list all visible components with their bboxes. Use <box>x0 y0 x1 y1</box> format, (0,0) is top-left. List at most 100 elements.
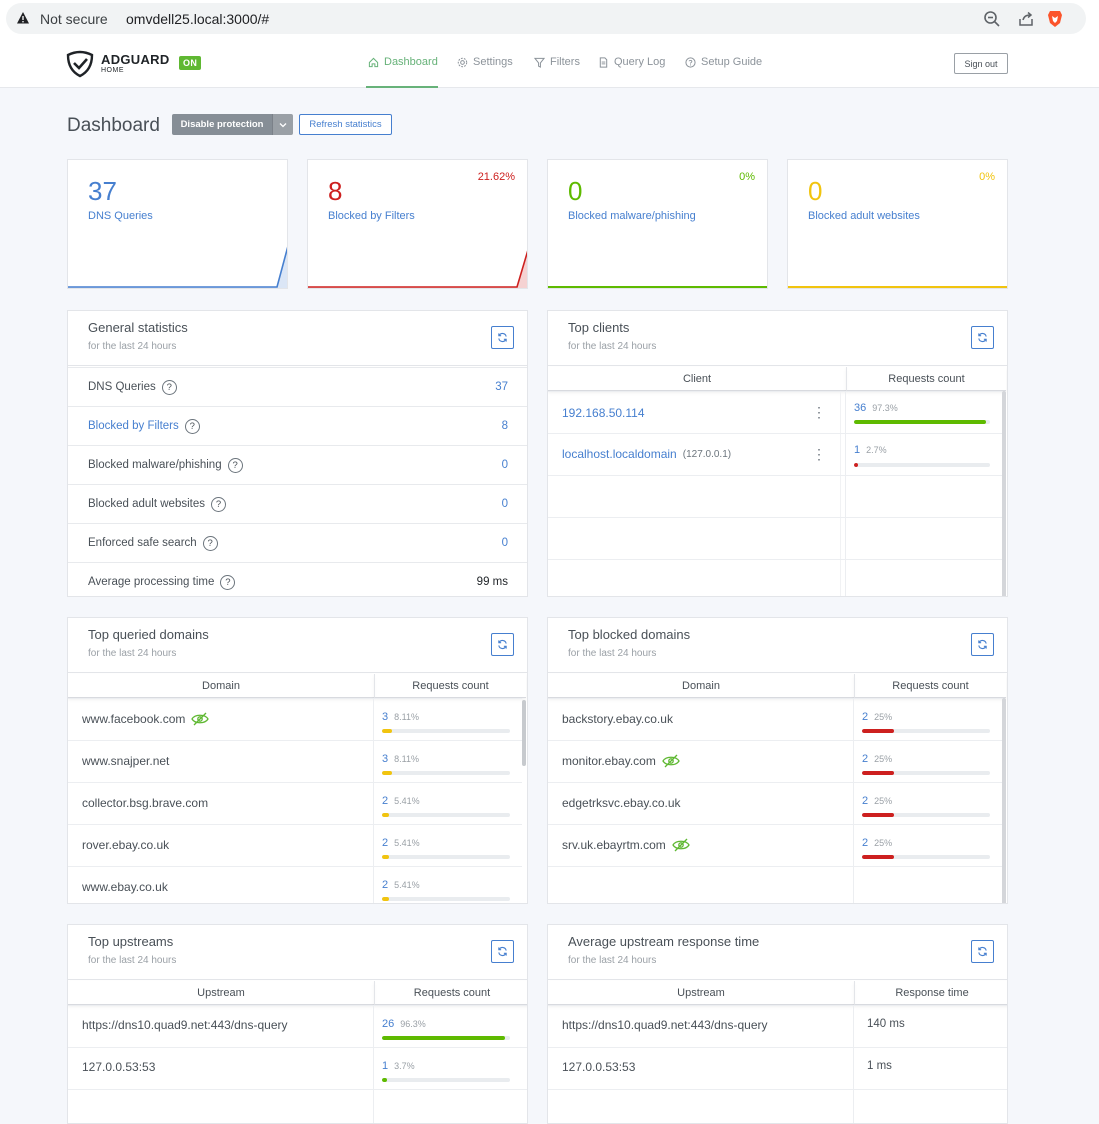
help-circle-icon[interactable]: ? <box>161 379 177 395</box>
more-vertical-icon[interactable]: ⋮ <box>812 447 826 461</box>
nav-dashboard[interactable]: Dashboard <box>368 56 438 68</box>
adguard-shield-logo[interactable] <box>66 50 94 78</box>
scrollbar[interactable] <box>522 700 526 766</box>
help-circle-icon[interactable]: ? <box>210 496 226 512</box>
disable-protection-button[interactable]: Disable protection <box>172 114 272 135</box>
progress-bar <box>862 855 990 859</box>
response-time: 1 ms <box>867 1060 892 1072</box>
refresh-statistics-button[interactable]: Refresh statistics <box>299 114 392 135</box>
zoom-out-icon[interactable] <box>983 10 1001 28</box>
client-name[interactable]: localhost.localdomain (127.0.0.1) <box>562 447 731 461</box>
upstream-name: https://dns10.quad9.net:443/dns-query <box>562 1018 768 1032</box>
scrollbar[interactable] <box>1002 698 1006 903</box>
table-row[interactable]: monitor.ebay.com 2 25% <box>548 740 1002 782</box>
disable-protection-dropdown[interactable] <box>272 114 293 135</box>
tracker-eye-icon[interactable] <box>191 712 210 726</box>
table-row[interactable]: www.snajper.net 3 8.11% <box>68 740 522 782</box>
stat-value: 0 <box>568 176 583 206</box>
table-row[interactable]: rover.ebay.co.uk 2 5.41% <box>68 824 522 866</box>
column-header-domain[interactable]: Domain <box>548 674 854 698</box>
more-vertical-icon[interactable]: ⋮ <box>812 405 826 419</box>
stat-card-blocked-filters: 8 Blocked by Filters 21.62% <box>307 159 528 289</box>
domain-name: www.facebook.com <box>82 712 210 726</box>
document-icon <box>599 56 608 68</box>
card-title: Average upstream response time <box>568 934 760 949</box>
progress-bar <box>382 771 510 775</box>
domain-name: collector.bsg.brave.com <box>82 796 209 810</box>
refresh-upstreams-button[interactable] <box>491 940 514 963</box>
column-header-response-time[interactable]: Response time <box>854 981 1007 1005</box>
brave-lion-icon[interactable] <box>1047 10 1063 28</box>
help-circle-icon[interactable]: ? <box>220 574 236 590</box>
refresh-general-button[interactable] <box>491 326 514 349</box>
refresh-clients-button[interactable] <box>971 326 994 349</box>
progress-fill <box>382 1036 506 1040</box>
table-row[interactable]: www.facebook.com 3 8.11% <box>68 698 522 740</box>
help-circle-icon[interactable]: ? <box>227 457 243 473</box>
table-row-empty <box>548 475 1002 517</box>
brand-name[interactable]: ADGUARD <box>101 52 170 67</box>
request-count: 2 5.41% <box>382 837 420 849</box>
progress-fill <box>382 897 389 901</box>
table-row[interactable]: collector.bsg.brave.com 2 5.41% <box>68 782 522 824</box>
column-header-requests[interactable]: Requests count <box>846 367 1006 391</box>
table-row-empty <box>548 517 1002 559</box>
progress-bar <box>862 729 990 733</box>
nav-filters[interactable]: Filters <box>534 56 580 68</box>
row-label[interactable]: Blocked by Filters <box>88 420 179 432</box>
table-row[interactable]: srv.uk.ebayrtm.com 2 25% <box>548 824 1002 866</box>
stat-value: 8 <box>328 176 343 206</box>
progress-bar <box>382 813 510 817</box>
sign-out-button[interactable]: Sign out <box>954 53 1008 74</box>
upstream-name: https://dns10.quad9.net:443/dns-query <box>82 1018 288 1032</box>
request-count: 2 25% <box>862 795 893 807</box>
share-icon[interactable] <box>1017 10 1035 28</box>
column-header-domain[interactable]: Domain <box>68 674 374 698</box>
card-divider <box>68 365 527 366</box>
stat-card-blocked-malware: 0 Blocked malware/phishing 0% <box>547 159 768 289</box>
tracker-eye-icon[interactable] <box>662 754 680 768</box>
security-label[interactable]: Not secure <box>40 11 108 27</box>
table-row[interactable]: 192.168.50.114 ⋮ 36 97.3% <box>548 391 1002 433</box>
table-row[interactable]: 127.0.0.53:53 1 ms <box>548 1047 1007 1089</box>
nav-query-log[interactable]: Query Log <box>598 56 665 68</box>
refresh-blocked-button[interactable] <box>971 633 994 656</box>
address-bar[interactable]: Not secure omvdell25.local:3000/# <box>6 3 1086 34</box>
page-title: Dashboard <box>67 115 160 136</box>
table-row[interactable]: https://dns10.quad9.net:443/dns-query 26… <box>68 1005 527 1047</box>
nav-settings[interactable]: Settings <box>457 56 513 68</box>
scrollbar[interactable] <box>1002 391 1006 596</box>
table-row[interactable]: 127.0.0.53:53 1 3.7% <box>68 1047 527 1089</box>
column-header-upstream[interactable]: Upstream <box>68 981 374 1005</box>
progress-bar <box>382 897 510 901</box>
nav-active-indicator <box>366 86 438 88</box>
stat-card-blocked-adult: 0 Blocked adult websites 0% <box>787 159 1008 289</box>
help-circle-icon[interactable]: ? <box>202 535 218 551</box>
column-header-requests[interactable]: Requests count <box>374 674 526 698</box>
client-name[interactable]: 192.168.50.114 <box>562 406 645 420</box>
column-header-client[interactable]: Client <box>548 367 846 391</box>
column-header-upstream[interactable]: Upstream <box>548 981 854 1005</box>
table-row[interactable]: www.ebay.co.uk 2 5.41% <box>68 866 522 903</box>
general-statistics-card: General statistics for the last 24 hours… <box>67 310 528 597</box>
column-header-requests[interactable]: Requests count <box>854 674 1006 698</box>
card-divider <box>68 979 527 980</box>
help-circle-icon[interactable]: ? <box>184 418 200 434</box>
refresh-queried-button[interactable] <box>491 633 514 656</box>
progress-fill <box>862 855 894 859</box>
url-text[interactable]: omvdell25.local:3000/# <box>126 11 269 27</box>
refresh-response-button[interactable] <box>971 940 994 963</box>
table-row[interactable]: edgetrksvc.ebay.co.uk 2 25% <box>548 782 1002 824</box>
tracker-eye-icon[interactable] <box>672 838 690 852</box>
stat-row-safe-search: Enforced safe search? 0 <box>68 523 527 562</box>
table-row[interactable]: backstory.ebay.co.uk 2 25% <box>548 698 1002 740</box>
column-header-requests[interactable]: Requests count <box>374 981 527 1005</box>
row-label: Enforced safe search <box>88 537 197 549</box>
domain-name: www.snajper.net <box>82 754 170 768</box>
table-row[interactable]: https://dns10.quad9.net:443/dns-query 14… <box>548 1005 1007 1047</box>
table-row[interactable]: localhost.localdomain (127.0.0.1) ⋮ 1 2.7% <box>548 433 1002 475</box>
nav-setup-guide[interactable]: Setup Guide <box>685 56 762 68</box>
stat-row-blocked-malware: Blocked malware/phishing? 0 <box>68 445 527 484</box>
card-subtitle: for the last 24 hours <box>88 955 177 966</box>
top-upstreams-card: Top upstreams for the last 24 hours Upst… <box>67 924 528 1124</box>
